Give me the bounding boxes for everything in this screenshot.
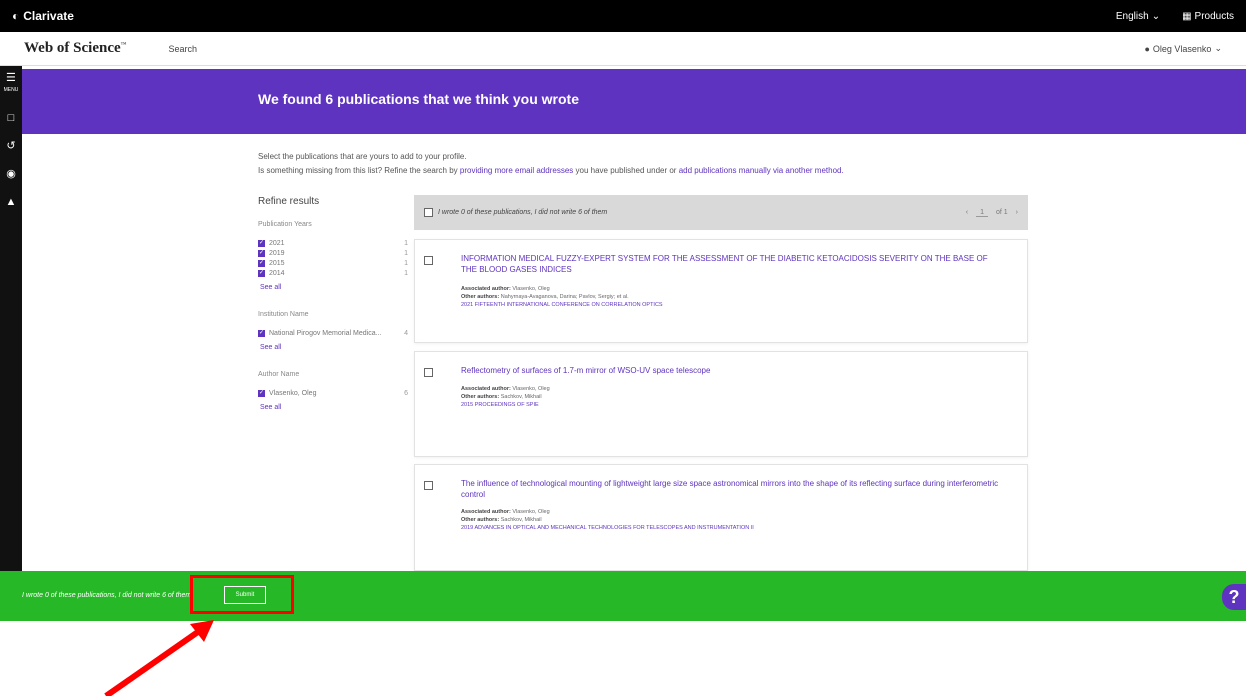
intro-text: Select the publications that are yours t… bbox=[258, 150, 844, 178]
result-source: 2015 PROCEEDINGS OF SPIE bbox=[461, 402, 539, 408]
user-icon: ● bbox=[1144, 43, 1150, 54]
selection-footer: I wrote 0 of these publications, I did n… bbox=[0, 571, 1246, 621]
footer-message: I wrote 0 of these publications, I did n… bbox=[22, 592, 192, 599]
result-meta: Associated author: Vlasenko, Oleg Other … bbox=[461, 286, 663, 308]
left-rail: ☰ MENU □ ↺ ◉ ▲ bbox=[0, 66, 22, 571]
banner-title: We found 6 publications that we think yo… bbox=[258, 91, 579, 107]
grid-icon: ▦ bbox=[1182, 10, 1192, 22]
checkbox-checked[interactable]: ✓ bbox=[258, 269, 265, 277]
publication-years-heading: Publication Years bbox=[258, 221, 312, 228]
author-heading: Author Name bbox=[258, 371, 300, 378]
result-checkbox[interactable] bbox=[424, 256, 433, 265]
web-of-science-logo[interactable]: Web of Science™ bbox=[24, 40, 127, 57]
checkbox-checked[interactable]: ✓ bbox=[258, 249, 265, 257]
facet-year[interactable]: ✓ 2015 1 bbox=[258, 258, 408, 268]
folder-icon[interactable]: □ bbox=[8, 112, 15, 124]
result-checkbox[interactable] bbox=[424, 368, 433, 377]
page-input[interactable]: 1 bbox=[976, 209, 988, 217]
result-checkbox[interactable] bbox=[424, 481, 433, 490]
site-header: Web of Science™ Search ● Oleg Vlasenko ⌄ bbox=[0, 32, 1246, 66]
select-all-checkbox[interactable] bbox=[424, 208, 433, 217]
products-menu[interactable]: ▦ Products bbox=[1182, 11, 1234, 22]
menu-button[interactable]: ☰ MENU bbox=[4, 72, 19, 96]
profile-icon[interactable]: ◉ bbox=[6, 168, 16, 180]
facet-author[interactable]: ✓ Vlasenko, Oleg 6 bbox=[258, 388, 408, 398]
pagination: ‹ 1 of 1 › bbox=[966, 209, 1018, 217]
result-title[interactable]: INFORMATION MEDICAL FUZZY-EXPERT SYSTEM … bbox=[461, 253, 1001, 275]
see-all-institutions-link[interactable]: See all bbox=[260, 344, 408, 351]
add-email-link[interactable]: providing more email addresses bbox=[460, 166, 573, 175]
user-name: Oleg Vlasenko bbox=[1152, 43, 1212, 54]
result-source: 2019 ADVANCES IN OPTICAL AND MECHANICAL … bbox=[461, 525, 754, 531]
results-toolbar: I wrote 0 of these publications, I did n… bbox=[414, 195, 1028, 230]
facet-year[interactable]: ✓ 2014 1 bbox=[258, 268, 408, 278]
language-menu[interactable]: English ⌄ bbox=[1116, 11, 1160, 22]
checkbox-checked[interactable]: ✓ bbox=[258, 329, 265, 337]
clarivate-logo-icon: ◐ bbox=[12, 9, 20, 23]
result-card: The influence of technological mounting … bbox=[414, 464, 1028, 571]
search-link[interactable]: Search bbox=[169, 44, 198, 54]
prev-page-icon[interactable]: ‹ bbox=[966, 209, 968, 216]
user-menu[interactable]: ● Oleg Vlasenko ⌄ bbox=[1144, 43, 1222, 54]
brand[interactable]: ◐ Clarivate bbox=[12, 9, 74, 23]
intro-line-2: Is something missing from this list? Ref… bbox=[258, 166, 844, 175]
refine-title: Refine results bbox=[258, 196, 320, 207]
see-all-authors-link[interactable]: See all bbox=[260, 404, 408, 411]
menu-label: MENU bbox=[3, 87, 19, 93]
help-button[interactable]: ? bbox=[1222, 584, 1246, 610]
help-icon: ? bbox=[1228, 586, 1240, 607]
top-bar: ◐ Clarivate English ⌄ ▦ Products bbox=[0, 0, 1246, 32]
banner: We found 6 publications that we think yo… bbox=[22, 69, 1246, 134]
logo-text: Web of Science bbox=[24, 40, 121, 56]
institution-heading: Institution Name bbox=[258, 311, 309, 318]
selection-summary: I wrote 0 of these publications, I did n… bbox=[438, 209, 608, 216]
facet-year[interactable]: ✓ 2019 1 bbox=[258, 248, 408, 258]
intro-line-1: Select the publications that are yours t… bbox=[258, 152, 467, 161]
checkbox-checked[interactable]: ✓ bbox=[258, 239, 265, 247]
facet-institution[interactable]: ✓ National Pirogov Memorial Medica... 4 bbox=[258, 328, 408, 338]
facet-year[interactable]: ✓ 2021 1 bbox=[258, 238, 408, 248]
result-card: Reflectometry of surfaces of 1.7-m mirro… bbox=[414, 351, 1028, 457]
products-label: Products bbox=[1194, 10, 1234, 22]
menu-icon: ☰ bbox=[6, 72, 16, 84]
see-all-years-link[interactable]: See all bbox=[260, 284, 408, 291]
result-meta: Associated author: Vlasenko, Oleg Other … bbox=[461, 386, 550, 408]
annotation-highlight-box bbox=[190, 575, 294, 614]
chevron-down-icon: ⌄ bbox=[1151, 10, 1161, 22]
chevron-down-icon: ⌄ bbox=[1214, 43, 1222, 53]
refine-panel: Refine results Publication Years ✓ 2021 … bbox=[258, 196, 408, 431]
language-label: English bbox=[1115, 10, 1149, 22]
result-title[interactable]: The influence of technological mounting … bbox=[461, 478, 1001, 500]
result-title[interactable]: Reflectometry of surfaces of 1.7-m mirro… bbox=[461, 365, 1001, 376]
bell-icon[interactable]: ▲ bbox=[6, 196, 17, 208]
brand-label: Clarivate bbox=[23, 9, 74, 23]
page-total: of 1 bbox=[995, 209, 1008, 216]
result-meta: Associated author: Vlasenko, Oleg Other … bbox=[461, 509, 754, 531]
result-source: 2021 FIFTEENTH INTERNATIONAL CONFERENCE … bbox=[461, 302, 663, 308]
page: ◐ Clarivate English ⌄ ▦ Products Web of … bbox=[0, 0, 1246, 696]
checkbox-checked[interactable]: ✓ bbox=[258, 259, 265, 267]
add-manually-link[interactable]: add publications manually via another me… bbox=[679, 166, 844, 175]
next-page-icon[interactable]: › bbox=[1016, 209, 1018, 216]
result-card: INFORMATION MEDICAL FUZZY-EXPERT SYSTEM … bbox=[414, 239, 1028, 343]
history-icon[interactable]: ↺ bbox=[6, 140, 15, 152]
checkbox-checked[interactable]: ✓ bbox=[258, 389, 265, 397]
